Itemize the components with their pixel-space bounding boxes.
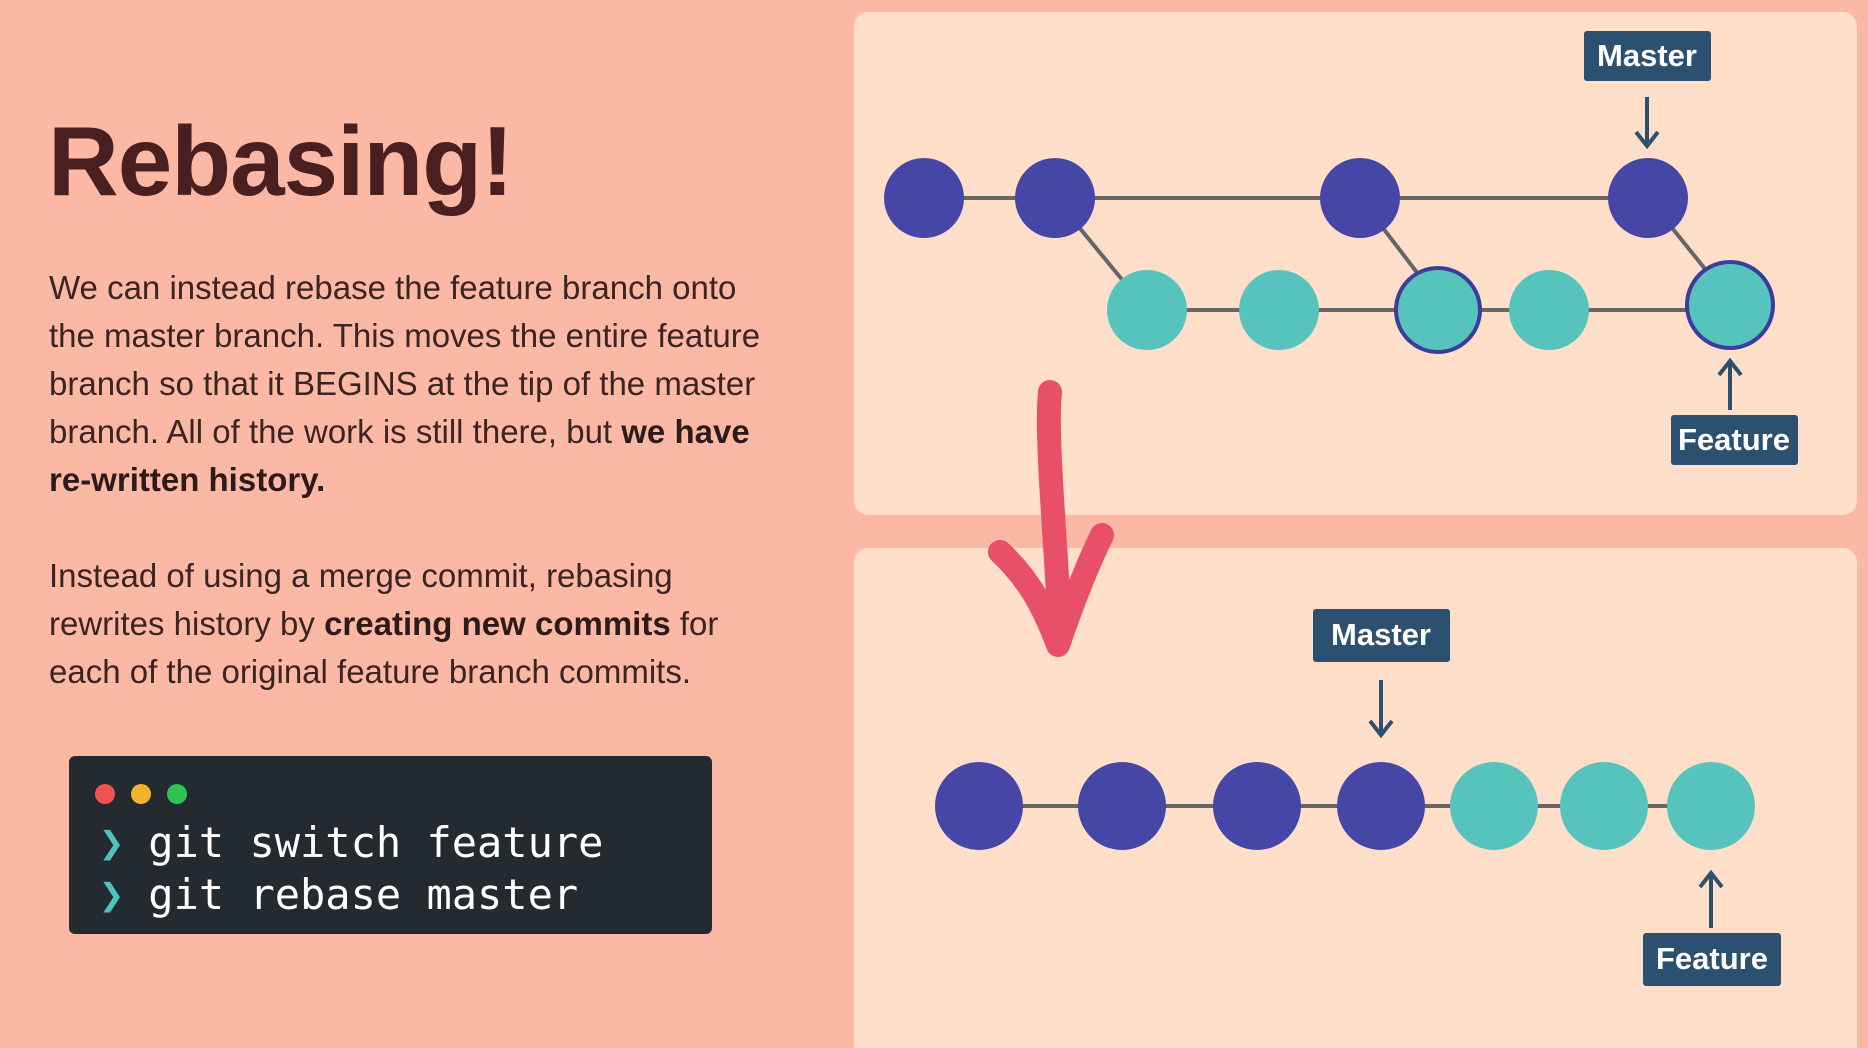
feature-label: Feature xyxy=(1643,933,1781,986)
transition-arrow-icon xyxy=(988,380,1114,657)
down-arrow-icon xyxy=(1634,97,1660,150)
master-commit xyxy=(1337,762,1425,850)
master-label-text: Master xyxy=(1597,38,1697,73)
feature-label-text: Feature xyxy=(1678,422,1790,457)
master-commit xyxy=(884,158,964,238)
feature-commit xyxy=(1450,762,1538,850)
feature-label-text: Feature xyxy=(1656,941,1768,976)
master-label: Master xyxy=(1313,609,1450,662)
master-commit xyxy=(935,762,1023,850)
master-commit xyxy=(1608,158,1688,238)
master-commit xyxy=(1213,762,1301,850)
up-arrow-icon xyxy=(1698,869,1724,928)
feature-commit xyxy=(1509,270,1589,350)
feature-commit xyxy=(1560,762,1648,850)
down-arrow-icon xyxy=(1368,680,1394,739)
master-label-text: Master xyxy=(1331,617,1431,652)
master-commit xyxy=(1078,762,1166,850)
before-rebase-graph: Master Feature xyxy=(884,31,1798,465)
feature-commit xyxy=(1667,762,1755,850)
after-rebase-graph: Master Feature xyxy=(935,609,1781,986)
master-commit xyxy=(1015,158,1095,238)
feature-label: Feature xyxy=(1671,415,1798,465)
master-label: Master xyxy=(1584,31,1711,81)
feature-commit xyxy=(1239,270,1319,350)
git-graph-diagram: Master Feature Master Feature xyxy=(884,31,1798,986)
feature-commit xyxy=(1107,270,1187,350)
up-arrow-icon xyxy=(1717,357,1743,410)
master-commit xyxy=(1320,158,1400,238)
feature-commit xyxy=(1685,260,1775,350)
feature-commit xyxy=(1394,266,1482,354)
